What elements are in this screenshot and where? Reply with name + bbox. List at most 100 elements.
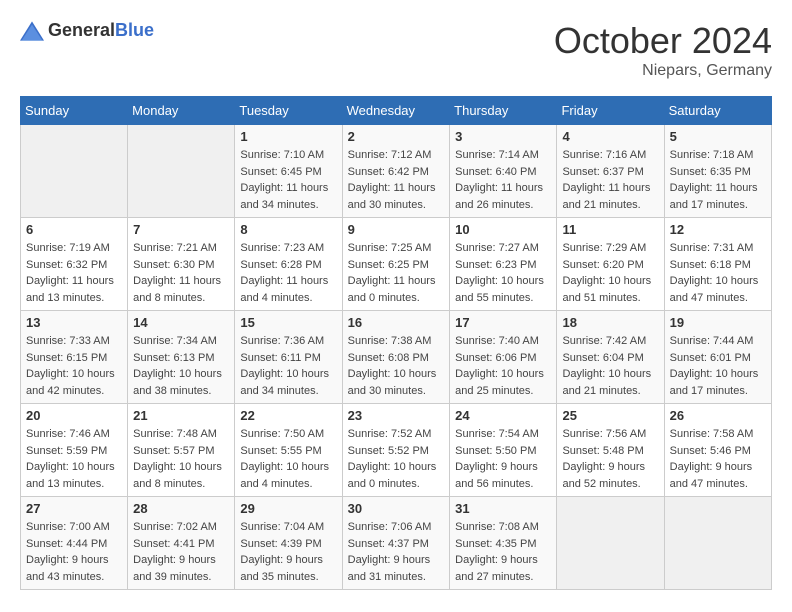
page-header: GeneralBlue October 2024 Niepars, German…: [20, 20, 772, 80]
calendar-cell: 17Sunrise: 7:40 AMSunset: 6:06 PMDayligh…: [450, 311, 557, 404]
calendar-cell: 22 Sunrise: 7:50 AMSunset: 5:55 PMDayligh…: [235, 404, 342, 497]
cell-info: Sunrise: 7:18 AMSunset: 6:35 PMDaylight:…: [670, 147, 766, 213]
calendar-cell: [664, 497, 771, 590]
calendar-cell: 24 Sunrise: 7:54 AMSunset: 5:50 PMDayligh…: [450, 404, 557, 497]
day-number: 26: [670, 408, 766, 423]
day-number: 4: [562, 129, 658, 144]
day-number: 12: [670, 222, 766, 237]
weekday-header: Friday: [557, 97, 664, 125]
title-area: October 2024 Niepars, Germany: [554, 20, 772, 80]
day-number: 5: [670, 129, 766, 144]
cell-info: Sunrise: 7:36 AMSunset: 6:11 PMDaylight:…: [240, 333, 336, 399]
logo: GeneralBlue: [20, 20, 154, 41]
calendar-cell: 12Sunrise: 7:31 AMSunset: 6:18 PMDayligh…: [664, 218, 771, 311]
cell-info: Sunrise: 7:33 AMSunset: 6:15 PMDaylight:…: [26, 333, 122, 399]
day-number: 14: [133, 315, 229, 330]
cell-info: Sunrise: 7:16 AMSunset: 6:37 PMDaylight:…: [562, 147, 658, 213]
cell-info: Sunrise: 7:29 AMSunset: 6:20 PMDaylight:…: [562, 240, 658, 306]
cell-info: Sunrise: 7:56 AMSunset: 5:48 PMDaylight:…: [562, 426, 658, 492]
month-title: October 2024: [554, 20, 772, 62]
cell-info: Sunrise: 7:46 AMSunset: 5:59 PMDaylight:…: [26, 426, 122, 492]
day-number: 18: [562, 315, 658, 330]
weekday-header: Saturday: [664, 97, 771, 125]
day-number: 16: [348, 315, 445, 330]
calendar-cell: 4 Sunrise: 7:16 AMSunset: 6:37 PMDaylight…: [557, 125, 664, 218]
calendar-cell: 6 Sunrise: 7:19 AMSunset: 6:32 PMDaylight…: [21, 218, 128, 311]
day-number: 24: [455, 408, 551, 423]
logo-general-text: General: [48, 20, 115, 40]
day-number: 19: [670, 315, 766, 330]
day-number: 31: [455, 501, 551, 516]
calendar-cell: 10 Sunrise: 7:27 AMSunset: 6:23 PMDayligh…: [450, 218, 557, 311]
cell-info: Sunrise: 7:48 AMSunset: 5:57 PMDaylight:…: [133, 426, 229, 492]
cell-info: Sunrise: 7:04 AMSunset: 4:39 PMDaylight:…: [240, 519, 336, 585]
weekday-header: Tuesday: [235, 97, 342, 125]
day-number: 1: [240, 129, 336, 144]
cell-info: Sunrise: 7:52 AMSunset: 5:52 PMDaylight:…: [348, 426, 445, 492]
day-number: 3: [455, 129, 551, 144]
cell-info: Sunrise: 7:00 AMSunset: 4:44 PMDaylight:…: [26, 519, 122, 585]
day-number: 13: [26, 315, 122, 330]
day-number: 30: [348, 501, 445, 516]
day-number: 7: [133, 222, 229, 237]
calendar-cell: 16Sunrise: 7:38 AMSunset: 6:08 PMDayligh…: [342, 311, 450, 404]
calendar-cell: 23 Sunrise: 7:52 AMSunset: 5:52 PMDayligh…: [342, 404, 450, 497]
cell-info: Sunrise: 7:50 AMSunset: 5:55 PMDaylight:…: [240, 426, 336, 492]
cell-info: Sunrise: 7:23 AMSunset: 6:28 PMDaylight:…: [240, 240, 336, 306]
day-number: 2: [348, 129, 445, 144]
calendar-cell: 30 Sunrise: 7:06 AMSunset: 4:37 PMDayligh…: [342, 497, 450, 590]
calendar-cell: 5 Sunrise: 7:18 AMSunset: 6:35 PMDaylight…: [664, 125, 771, 218]
day-number: 20: [26, 408, 122, 423]
cell-info: Sunrise: 7:44 AMSunset: 6:01 PMDaylight:…: [670, 333, 766, 399]
day-number: 15: [240, 315, 336, 330]
cell-info: Sunrise: 7:19 AMSunset: 6:32 PMDaylight:…: [26, 240, 122, 306]
calendar-cell: 21 Sunrise: 7:48 AMSunset: 5:57 PMDayligh…: [128, 404, 235, 497]
calendar-cell: 31Sunrise: 7:08 AMSunset: 4:35 PMDayligh…: [450, 497, 557, 590]
day-number: 21: [133, 408, 229, 423]
calendar-cell: 13 Sunrise: 7:33 AMSunset: 6:15 PMDayligh…: [21, 311, 128, 404]
cell-info: Sunrise: 7:02 AMSunset: 4:41 PMDaylight:…: [133, 519, 229, 585]
cell-info: Sunrise: 7:10 AMSunset: 6:45 PMDaylight:…: [240, 147, 336, 213]
cell-info: Sunrise: 7:34 AMSunset: 6:13 PMDaylight:…: [133, 333, 229, 399]
calendar-cell: 28 Sunrise: 7:02 AMSunset: 4:41 PMDayligh…: [128, 497, 235, 590]
calendar-cell: 18Sunrise: 7:42 AMSunset: 6:04 PMDayligh…: [557, 311, 664, 404]
weekday-header: Wednesday: [342, 97, 450, 125]
day-number: 28: [133, 501, 229, 516]
calendar-cell: 15 Sunrise: 7:36 AMSunset: 6:11 PMDayligh…: [235, 311, 342, 404]
day-number: 27: [26, 501, 122, 516]
cell-info: Sunrise: 7:14 AMSunset: 6:40 PMDaylight:…: [455, 147, 551, 213]
day-number: 6: [26, 222, 122, 237]
cell-info: Sunrise: 7:25 AMSunset: 6:25 PMDaylight:…: [348, 240, 445, 306]
day-number: 9: [348, 222, 445, 237]
day-number: 22: [240, 408, 336, 423]
cell-info: Sunrise: 7:58 AMSunset: 5:46 PMDaylight:…: [670, 426, 766, 492]
calendar-table: SundayMondayTuesdayWednesdayThursdayFrid…: [20, 96, 772, 590]
day-number: 10: [455, 222, 551, 237]
location-title: Niepars, Germany: [554, 62, 772, 80]
logo-icon: [20, 21, 44, 41]
calendar-cell: 9 Sunrise: 7:25 AMSunset: 6:25 PMDaylight…: [342, 218, 450, 311]
calendar-cell: 29Sunrise: 7:04 AMSunset: 4:39 PMDayligh…: [235, 497, 342, 590]
calendar-cell: 19 Sunrise: 7:44 AMSunset: 6:01 PMDayligh…: [664, 311, 771, 404]
calendar-cell: 7 Sunrise: 7:21 AMSunset: 6:30 PMDaylight…: [128, 218, 235, 311]
day-number: 23: [348, 408, 445, 423]
calendar-cell: [128, 125, 235, 218]
cell-info: Sunrise: 7:54 AMSunset: 5:50 PMDaylight:…: [455, 426, 551, 492]
calendar-header: SundayMondayTuesdayWednesdayThursdayFrid…: [21, 97, 772, 125]
cell-info: Sunrise: 7:40 AMSunset: 6:06 PMDaylight:…: [455, 333, 551, 399]
logo-blue-text: Blue: [115, 20, 154, 40]
cell-info: Sunrise: 7:21 AMSunset: 6:30 PMDaylight:…: [133, 240, 229, 306]
weekday-header: Sunday: [21, 97, 128, 125]
cell-info: Sunrise: 7:06 AMSunset: 4:37 PMDaylight:…: [348, 519, 445, 585]
calendar-cell: 11 Sunrise: 7:29 AMSunset: 6:20 PMDayligh…: [557, 218, 664, 311]
calendar-cell: 2Sunrise: 7:12 AMSunset: 6:42 PMDaylight…: [342, 125, 450, 218]
day-number: 11: [562, 222, 658, 237]
calendar-cell: [21, 125, 128, 218]
calendar-cell: 1 Sunrise: 7:10 AMSunset: 6:45 PMDaylight…: [235, 125, 342, 218]
day-number: 25: [562, 408, 658, 423]
calendar-cell: 27 Sunrise: 7:00 AMSunset: 4:44 PMDayligh…: [21, 497, 128, 590]
weekday-header: Monday: [128, 97, 235, 125]
calendar-cell: 26 Sunrise: 7:58 AMSunset: 5:46 PMDayligh…: [664, 404, 771, 497]
calendar-cell: 3 Sunrise: 7:14 AMSunset: 6:40 PMDaylight…: [450, 125, 557, 218]
cell-info: Sunrise: 7:27 AMSunset: 6:23 PMDaylight:…: [455, 240, 551, 306]
